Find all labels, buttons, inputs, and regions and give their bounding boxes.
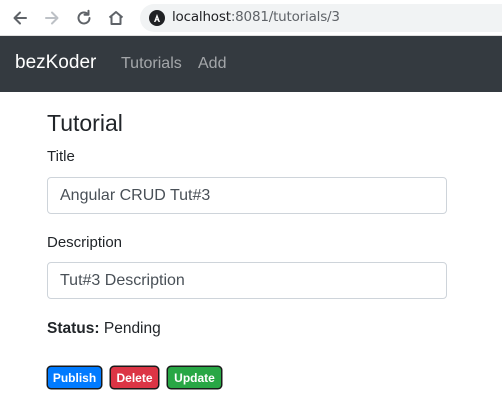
title-label: Title [47,148,75,165]
address-bar[interactable]: localhost:8081/tutorials/3 [140,4,502,32]
app-navbar: bezKoder Tutorials Add [0,36,502,92]
page-title: Tutorial [47,110,123,136]
publish-button[interactable]: Publish [48,367,101,388]
nav-link-add[interactable]: Add [198,55,226,73]
browser-toolbar: localhost:8081/tutorials/3 [0,0,502,36]
update-button[interactable]: Update [168,367,221,388]
url-host: localhost [172,9,231,25]
status-value: Pending [103,320,161,337]
status-line: Status: Pending [47,320,161,338]
nav-link-tutorials[interactable]: Tutorials [121,55,182,73]
status-label: Status: [47,320,100,337]
back-arrow-icon[interactable] [8,6,32,30]
delete-button[interactable]: Delete [111,367,158,388]
reload-icon[interactable] [72,6,96,30]
brand-link[interactable]: bezKoder [15,52,96,74]
url-text: localhost:8081/tutorials/3 [172,9,340,25]
description-input[interactable] [47,262,447,299]
url-path: :8081/tutorials/3 [230,9,340,25]
home-icon[interactable] [104,6,128,30]
angular-site-icon [149,10,165,26]
forward-arrow-icon[interactable] [40,6,64,30]
title-input[interactable] [47,177,447,214]
description-label: Description [47,234,123,251]
